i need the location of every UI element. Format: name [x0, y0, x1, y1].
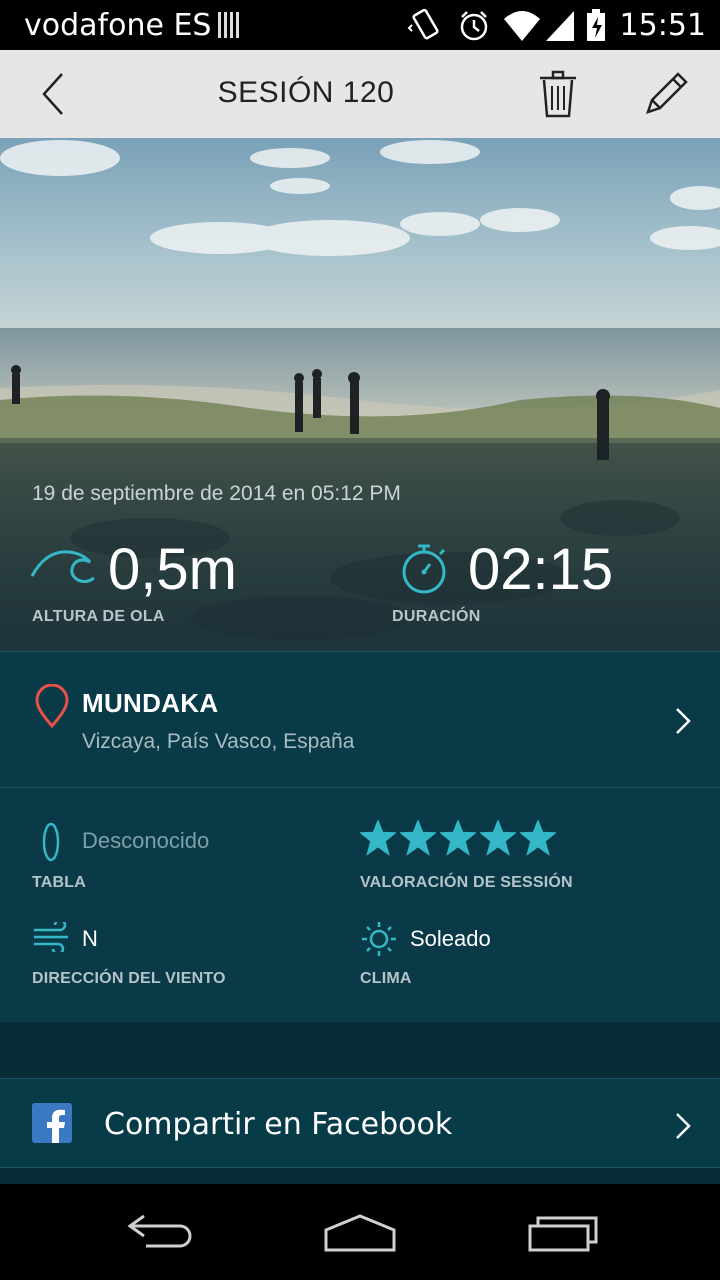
- session-rating[interactable]: [360, 820, 556, 856]
- wave-height-value: 0,5m: [108, 537, 237, 602]
- share-facebook-label: Compartir en Facebook: [104, 1107, 453, 1142]
- location-pin-icon: [35, 684, 69, 728]
- status-bar: vodafone ES 15:51: [0, 0, 720, 50]
- wifi-icon: [503, 11, 540, 41]
- board-value: Desconocido: [82, 828, 210, 853]
- weather-label: CLIMA: [360, 970, 412, 987]
- facebook-icon: [32, 1103, 72, 1143]
- page-title: SESIÓN 120: [0, 76, 720, 110]
- carrier-name: vodafone ES: [24, 8, 212, 43]
- list-bottom-spacer: [0, 1168, 720, 1184]
- location-name: MUNDAKA: [82, 688, 219, 718]
- alarm-icon: [460, 11, 487, 41]
- chevron-right-icon: [676, 708, 691, 734]
- edit-button[interactable]: [640, 68, 692, 120]
- location-region: Vizcaya, País Vasco, España: [82, 730, 355, 753]
- nav-recents-icon[interactable]: [524, 1210, 600, 1254]
- session-date: 19 de septiembre de 2014 en 05:12 PM: [32, 482, 401, 505]
- page-title-text: SESIÓN 120: [217, 76, 395, 109]
- stopwatch-icon: [402, 544, 446, 594]
- wave-icon: [30, 550, 95, 584]
- star-icon[interactable]: [520, 820, 556, 856]
- session-hero: 19 de septiembre de 2014 en 05:12 PM 0,5…: [0, 138, 720, 651]
- duration-label: DURACIÓN: [392, 608, 481, 625]
- nav-back-icon[interactable]: [124, 1210, 196, 1250]
- signal-icon: [545, 11, 574, 41]
- section-spacer: [0, 1022, 720, 1078]
- toolbar: SESIÓN 120: [0, 50, 720, 138]
- wind-direction-label: DIRECCIÓN DEL VIENTO: [32, 970, 226, 987]
- status-clock: 15:51: [619, 7, 706, 43]
- share-facebook-button[interactable]: Compartir en Facebook: [0, 1078, 720, 1168]
- navigation-bar: [0, 1184, 720, 1280]
- wave-height-label: ALTURA DE OLA: [32, 608, 165, 625]
- wind-direction-value: N: [82, 926, 98, 951]
- sun-icon: [362, 922, 396, 956]
- nav-home-icon[interactable]: [320, 1210, 400, 1254]
- chevron-right-icon: [676, 1113, 691, 1139]
- sim-card-icon: [218, 12, 240, 38]
- weather-value: Soleado: [410, 926, 491, 951]
- status-icons: 15:51: [406, 0, 720, 50]
- board-label: TABLA: [32, 874, 87, 891]
- session-details: Desconocido TABLA VALORACIÓN DE SESSIÓN …: [0, 787, 720, 1022]
- star-icon[interactable]: [360, 820, 396, 856]
- star-icon[interactable]: [400, 820, 436, 856]
- edit-pencil-icon: [646, 72, 688, 114]
- vibrate-icon: [407, 8, 439, 40]
- location-row[interactable]: MUNDAKA Vizcaya, País Vasco, España: [0, 651, 720, 787]
- battery-charging-icon: [586, 9, 605, 41]
- star-icon[interactable]: [440, 820, 476, 856]
- wind-icon: [34, 922, 68, 952]
- duration-value: 02:15: [468, 537, 614, 602]
- surfboard-icon: [42, 822, 60, 862]
- star-icon[interactable]: [480, 820, 516, 856]
- delete-button[interactable]: [534, 68, 582, 120]
- trash-icon: [540, 70, 576, 118]
- rating-label: VALORACIÓN DE SESSIÓN: [360, 874, 573, 891]
